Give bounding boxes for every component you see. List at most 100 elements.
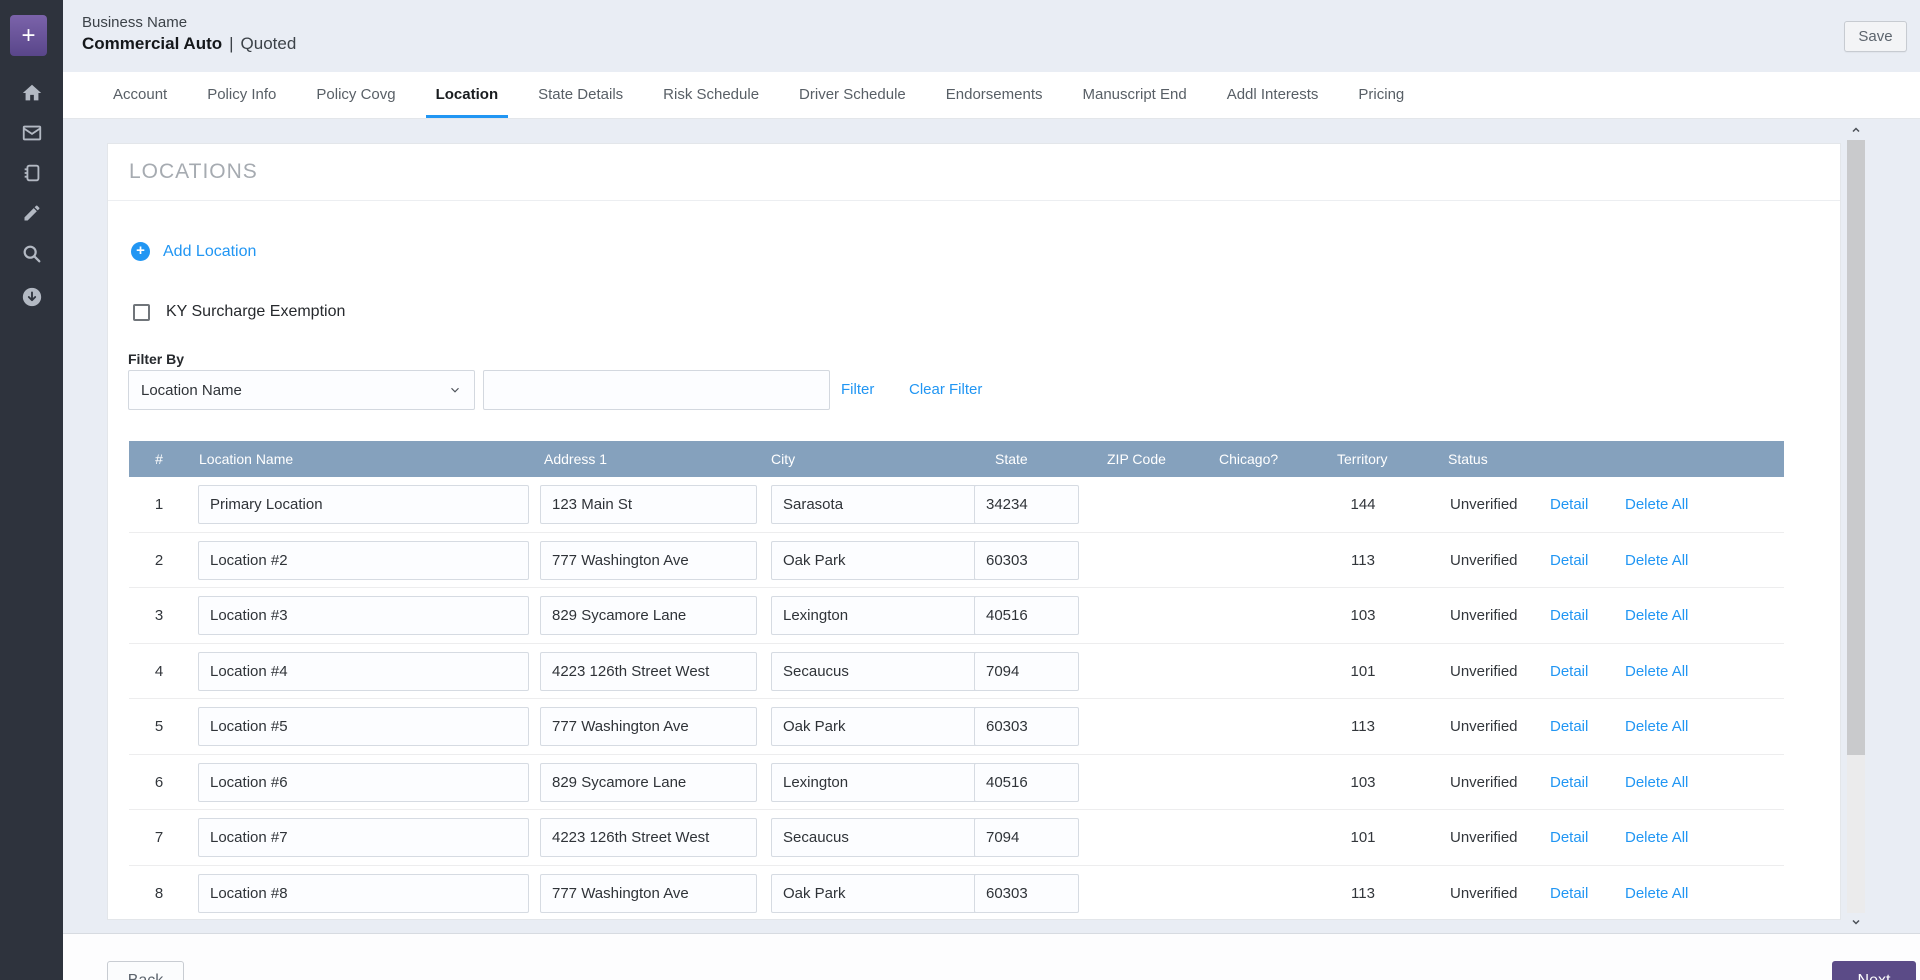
detail-link[interactable]: Detail — [1550, 533, 1588, 589]
back-button[interactable]: Back — [107, 961, 184, 980]
delete-all-link[interactable]: Delete All — [1625, 866, 1688, 922]
status-value: Unverified — [1450, 662, 1518, 680]
location-name-input[interactable] — [198, 596, 529, 635]
table-row: 5IL113UnverifiedDetailDelete All — [129, 699, 1784, 755]
address1-input[interactable] — [540, 707, 757, 746]
zip-input[interactable] — [974, 596, 1079, 635]
detail-link[interactable]: Detail — [1550, 588, 1588, 644]
tab-pricing[interactable]: Pricing — [1338, 72, 1424, 118]
delete-all-link[interactable]: Delete All — [1625, 477, 1688, 533]
content-area: LOCATIONS + Add Location KY Surcharge Ex… — [63, 119, 1920, 933]
territory-value: 101 — [1350, 662, 1376, 680]
detail-link[interactable]: Detail — [1550, 810, 1588, 866]
city-input[interactable] — [771, 707, 990, 746]
address1-input[interactable] — [540, 762, 757, 802]
address1-input[interactable] — [540, 596, 757, 635]
zip-input[interactable] — [974, 762, 1079, 802]
tab-policy-covg[interactable]: Policy Covg — [296, 72, 415, 118]
col-header-status: Status — [1448, 451, 1488, 467]
tab-state-details[interactable]: State Details — [518, 72, 643, 118]
tab-endorsements[interactable]: Endorsements — [926, 72, 1063, 118]
scroll-up-arrow-icon[interactable] — [1846, 119, 1866, 140]
tab-location[interactable]: Location — [416, 72, 519, 118]
address1-input[interactable] — [540, 485, 757, 524]
scrollbar-track[interactable] — [1847, 755, 1865, 913]
card-header: LOCATIONS — [108, 144, 1840, 201]
add-location-button[interactable]: + Add Location — [131, 242, 256, 261]
status-value: Unverified — [1450, 718, 1518, 735]
zip-input[interactable] — [974, 707, 1079, 746]
scroll-down-arrow-icon[interactable] — [1846, 911, 1866, 932]
status-value: Unverified — [1450, 551, 1518, 569]
table-row: 7NJ101UnverifiedDetailDelete All — [129, 810, 1784, 866]
col-header-zip: ZIP Code — [1107, 451, 1166, 467]
address1-input[interactable] — [540, 651, 757, 691]
save-button[interactable]: Save — [1844, 21, 1907, 52]
delete-all-link[interactable]: Delete All — [1625, 588, 1688, 644]
row-number: 8 — [154, 884, 164, 902]
address1-input[interactable] — [540, 873, 757, 913]
location-name-input[interactable] — [198, 707, 529, 746]
address1-input[interactable] — [540, 540, 757, 580]
detail-link[interactable]: Detail — [1550, 699, 1588, 755]
location-name-input[interactable] — [198, 762, 529, 802]
tab-driver-schedule[interactable]: Driver Schedule — [779, 72, 926, 118]
delete-all-link[interactable]: Delete All — [1625, 533, 1688, 589]
detail-link[interactable]: Detail — [1550, 866, 1588, 922]
table-row: 6KY103UnverifiedDetailDelete All — [129, 755, 1784, 811]
clear-filter-link[interactable]: Clear Filter — [909, 381, 982, 398]
city-input[interactable] — [771, 873, 990, 913]
tab-addl-interests[interactable]: Addl Interests — [1207, 72, 1339, 118]
zip-input[interactable] — [974, 485, 1079, 524]
download-icon[interactable] — [0, 285, 63, 309]
contacts-icon[interactable] — [0, 161, 63, 185]
tab-risk-schedule[interactable]: Risk Schedule — [643, 72, 779, 118]
tab-policy-info[interactable]: Policy Info — [187, 72, 296, 118]
city-input[interactable] — [771, 762, 990, 802]
app-header: Business Name Commercial Auto | Quoted Sav… — [63, 0, 1920, 72]
search-icon[interactable] — [0, 242, 63, 266]
filter-link[interactable]: Filter — [841, 381, 874, 398]
home-icon[interactable] — [0, 81, 63, 105]
zip-input[interactable] — [974, 818, 1079, 857]
location-name-input[interactable] — [198, 818, 529, 857]
address1-input[interactable] — [540, 818, 757, 857]
filter-by-select[interactable]: Location Name — [128, 370, 475, 410]
tab-account[interactable]: Account — [93, 72, 187, 118]
plus-icon[interactable]: + — [10, 15, 47, 56]
edit-icon[interactable] — [0, 201, 63, 225]
city-input[interactable] — [771, 818, 990, 857]
delete-all-link[interactable]: Delete All — [1625, 810, 1688, 866]
zip-input[interactable] — [974, 873, 1079, 913]
next-button[interactable]: Next — [1832, 961, 1916, 980]
detail-link[interactable]: Detail — [1550, 755, 1588, 811]
scrollbar-thumb[interactable] — [1847, 140, 1865, 755]
row-number: 7 — [154, 829, 164, 846]
location-name-input[interactable] — [198, 873, 529, 913]
page-title: LOCATIONS — [129, 160, 258, 183]
zip-input[interactable] — [974, 651, 1079, 691]
zip-input[interactable] — [974, 540, 1079, 580]
location-name-input[interactable] — [198, 485, 529, 524]
ky-surcharge-row: KY Surcharge Exemption — [133, 303, 345, 321]
tab-manuscript-end[interactable]: Manuscript End — [1062, 72, 1206, 118]
city-input[interactable] — [771, 485, 990, 524]
delete-all-link[interactable]: Delete All — [1625, 755, 1688, 811]
city-input[interactable] — [771, 540, 990, 580]
detail-link[interactable]: Detail — [1550, 644, 1588, 700]
territory-value: 113 — [1351, 551, 1375, 569]
mail-icon[interactable] — [0, 121, 63, 145]
row-number: 4 — [154, 662, 164, 680]
ky-surcharge-checkbox[interactable] — [133, 303, 150, 321]
location-name-input[interactable] — [198, 540, 529, 580]
city-input[interactable] — [771, 596, 990, 635]
detail-link[interactable]: Detail — [1550, 477, 1588, 533]
product-line: Commercial Auto | Quoted — [82, 32, 296, 55]
territory-value: 113 — [1351, 718, 1375, 735]
locations-table: # Location Name Address 1 City State ZIP… — [129, 441, 1784, 921]
delete-all-link[interactable]: Delete All — [1625, 644, 1688, 700]
city-input[interactable] — [771, 651, 990, 691]
filter-text-input[interactable] — [483, 370, 830, 410]
delete-all-link[interactable]: Delete All — [1625, 699, 1688, 755]
location-name-input[interactable] — [198, 651, 529, 691]
